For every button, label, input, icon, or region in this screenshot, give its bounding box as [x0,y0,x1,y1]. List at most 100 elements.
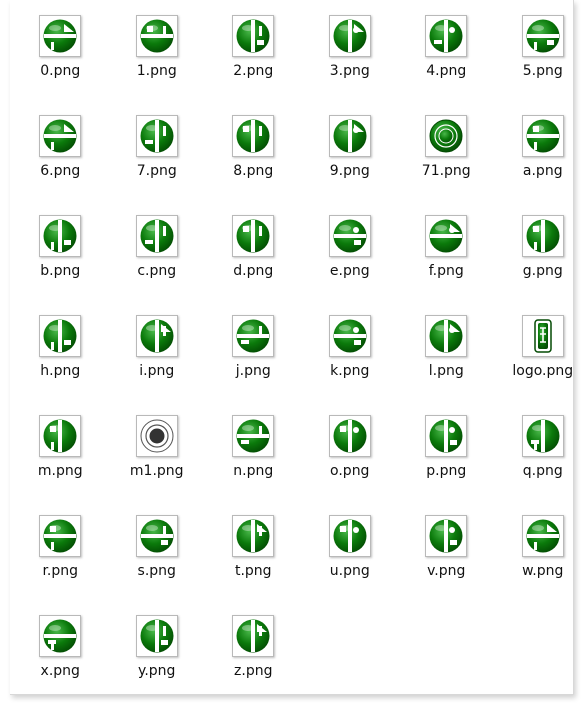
file-tile[interactable]: n.png [205,412,302,512]
glyph-m1-icon[interactable] [136,415,178,457]
file-tile[interactable]: v.png [398,512,495,612]
file-tile[interactable]: 8.png [205,112,302,212]
glyph-t-icon[interactable] [232,515,274,557]
glyph-e-icon[interactable] [329,215,371,257]
file-name-label: m1.png [130,463,184,479]
glyph-a-icon[interactable] [522,115,564,157]
file-tile[interactable]: u.png [302,512,399,612]
glyph-r-icon[interactable] [39,515,81,557]
file-name-label: s.png [138,563,176,579]
file-tile[interactable]: m.png [12,412,109,512]
file-tile[interactable]: c.png [109,212,206,312]
file-tile[interactable]: o.png [302,412,399,512]
glyph-y-icon[interactable] [136,615,178,657]
glyph-s-icon[interactable] [136,515,178,557]
file-tile[interactable]: 9.png [302,112,399,212]
file-tile[interactable]: b.png [12,212,109,312]
glyph-o-icon[interactable] [329,415,371,457]
file-tile[interactable]: q.png [495,412,583,512]
file-tile[interactable]: h.png [12,312,109,412]
glyph-i-icon[interactable] [136,315,178,357]
file-tile[interactable]: 5.png [495,12,583,112]
glyph-3-icon[interactable] [329,15,371,57]
file-name-label: o.png [330,463,369,479]
glyph-m-icon[interactable] [39,415,81,457]
file-tile[interactable]: 6.png [12,112,109,212]
file-tile[interactable]: y.png [109,612,206,712]
file-name-label: f.png [429,263,464,279]
glyph-1-icon[interactable] [136,15,178,57]
file-tile[interactable]: z.png [205,612,302,712]
file-tile[interactable]: x.png [12,612,109,712]
file-tile[interactable]: w.png [495,512,583,612]
glyph-9-icon[interactable] [329,115,371,157]
file-tile[interactable]: a.png [495,112,583,212]
file-name-label: p.png [426,463,466,479]
glyph-z-icon[interactable] [232,615,274,657]
glyph-6-icon[interactable] [39,115,81,157]
file-browser-window: 0.png 1.png2.png 3.png 4.png 5.png 6.png7.png… [10,0,574,695]
glyph-k-icon[interactable] [329,315,371,357]
file-name-label: c.png [137,263,176,279]
file-name-label: i.png [139,363,174,379]
glyph-7-icon[interactable] [136,115,178,157]
file-name-label: d.png [233,263,273,279]
glyph-x-icon[interactable] [39,615,81,657]
file-tile[interactable]: 7.png [109,112,206,212]
glyph-d-icon[interactable] [232,215,274,257]
glyph-5-icon[interactable] [522,15,564,57]
glyph-71-icon[interactable] [425,115,467,157]
file-name-label: g.png [523,263,563,279]
glyph-c-icon[interactable] [136,215,178,257]
file-name-label: k.png [330,363,369,379]
file-tile[interactable]: logo.png [495,312,583,412]
file-name-label: v.png [427,563,465,579]
glyph-2-icon[interactable] [232,15,274,57]
file-tile[interactable]: d.png [205,212,302,312]
file-tile[interactable]: s.png [109,512,206,612]
file-tile[interactable]: k.png [302,312,399,412]
file-tile[interactable]: e.png [302,212,399,312]
glyph-u-icon[interactable] [329,515,371,557]
glyph-f-icon[interactable] [425,215,467,257]
file-tile[interactable]: 2.png [205,12,302,112]
logo-icon[interactable] [522,315,564,357]
glyph-h-icon[interactable] [39,315,81,357]
glyph-n-icon[interactable] [232,415,274,457]
file-tile[interactable]: 71.png [398,112,495,212]
file-name-label: 0.png [40,63,80,79]
file-tile[interactable]: l.png [398,312,495,412]
glyph-q-icon[interactable] [522,415,564,457]
file-tile[interactable]: 4.png [398,12,495,112]
file-tile[interactable]: 0.png [12,12,109,112]
file-tile[interactable]: r.png [12,512,109,612]
file-tile[interactable]: f.png [398,212,495,312]
file-tile[interactable]: i.png [109,312,206,412]
glyph-g-icon[interactable] [522,215,564,257]
file-name-label: m.png [38,463,83,479]
file-name-label: 9.png [330,163,370,179]
file-name-label: logo.png [512,363,573,379]
glyph-v-icon[interactable] [425,515,467,557]
file-name-label: 5.png [523,63,563,79]
glyph-j-icon[interactable] [232,315,274,357]
file-name-label: x.png [41,663,80,679]
glyph-4-icon[interactable] [425,15,467,57]
file-tile[interactable]: j.png [205,312,302,412]
file-tile[interactable]: g.png [495,212,583,312]
glyph-l-icon[interactable] [425,315,467,357]
glyph-w-icon[interactable] [522,515,564,557]
file-name-label: t.png [235,563,272,579]
file-tile[interactable]: m1.png [109,412,206,512]
file-tile[interactable]: p.png [398,412,495,512]
file-tile[interactable]: t.png [205,512,302,612]
glyph-0-icon[interactable] [39,15,81,57]
file-name-label: z.png [234,663,272,679]
file-tile[interactable]: 3.png [302,12,399,112]
file-tile[interactable]: 1.png [109,12,206,112]
file-name-label: a.png [523,163,563,179]
glyph-8-icon[interactable] [232,115,274,157]
file-name-label: 3.png [330,63,370,79]
glyph-p-icon[interactable] [425,415,467,457]
glyph-b-icon[interactable] [39,215,81,257]
